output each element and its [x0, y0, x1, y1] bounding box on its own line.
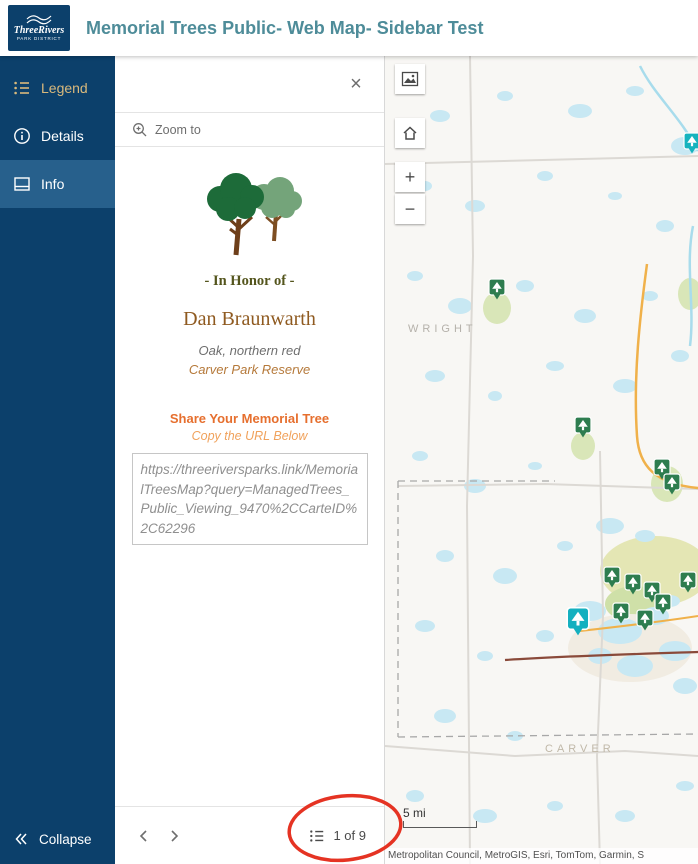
sidebar-item-legend[interactable]: Legend — [0, 64, 115, 112]
basemap-image-icon — [401, 71, 419, 87]
zoom-out-button[interactable]: − — [395, 194, 425, 224]
panel-footer: 1 of 9 — [115, 806, 384, 864]
collapse-button[interactable]: Collapse — [0, 814, 115, 864]
feature-pager[interactable]: 1 of 9 — [309, 828, 366, 844]
main-layout: Legend Details Info Collapse × Zoom to -… — [0, 56, 698, 864]
feature-list-icon — [310, 829, 324, 842]
chevron-right-icon — [171, 829, 179, 842]
tree-detail-card: - In Honor of - Dan Braunwarth Oak, nort… — [115, 147, 384, 806]
zoom-in-button[interactable]: + — [395, 162, 425, 192]
chevron-left-icon — [139, 829, 147, 842]
home-button[interactable] — [395, 118, 425, 148]
honoree-name: Dan Braunwarth — [183, 308, 316, 330]
map-controls: + − — [395, 64, 425, 224]
panel-icon — [14, 177, 30, 191]
three-rivers-logo: ThreeRivers PARK DISTRICT — [8, 5, 70, 51]
sidebar-item-details[interactable]: Details — [0, 112, 115, 160]
sidebar-item-label: Info — [41, 176, 65, 192]
scale-label: 5 mi — [403, 806, 426, 820]
in-honor-of-label: - In Honor of - — [204, 273, 295, 289]
app-header: ThreeRivers PARK DISTRICT Memorial Trees… — [0, 0, 698, 56]
close-panel-button[interactable]: × — [344, 72, 368, 96]
county-label-carver: CARVER — [545, 743, 615, 755]
memorial-trees-illustration — [207, 173, 302, 256]
previous-feature-button[interactable] — [129, 821, 159, 851]
scale-ruler — [403, 821, 477, 828]
logo-text: ThreeRivers — [13, 24, 65, 36]
pager-label: 1 of 9 — [333, 828, 366, 843]
scale-bar: 5 mi — [403, 806, 477, 828]
legend-list-icon — [14, 81, 29, 95]
home-icon — [403, 126, 417, 140]
share-title: Share Your Memorial Tree — [169, 411, 330, 426]
next-feature-button[interactable] — [159, 821, 189, 851]
info-circle-icon — [14, 128, 30, 144]
map-container: WRIGHT CARVER + − 5 mi Metropolitan Coun… — [385, 56, 698, 864]
info-panel: × Zoom to - In Honor of - Dan Braunwarth — [115, 56, 385, 864]
tree-location: Carver Park Reserve — [188, 362, 311, 377]
zoom-to-button[interactable]: Zoom to — [115, 113, 384, 147]
magnifier-plus-icon — [133, 122, 147, 136]
map-canvas[interactable]: WRIGHT CARVER — [385, 56, 698, 864]
map-attribution: Metropolitan Council, MetroGIS, Esri, To… — [385, 848, 698, 864]
basemap-gallery-button[interactable] — [395, 64, 425, 94]
sidebar-item-label: Legend — [41, 80, 88, 96]
sidebar-item-label: Details — [41, 128, 84, 144]
panel-header: × — [115, 56, 384, 113]
share-subtitle: Copy the URL Below — [191, 429, 308, 443]
tree-species: Oak, northern red — [198, 343, 301, 358]
logo-waves-icon — [26, 15, 52, 25]
collapse-label: Collapse — [39, 831, 92, 847]
sidebar-item-info[interactable]: Info — [0, 160, 115, 208]
county-label-wright: WRIGHT — [408, 323, 477, 335]
sidebar: Legend Details Info Collapse — [0, 56, 115, 864]
logo-subtext: PARK DISTRICT — [16, 36, 62, 42]
page-title: Memorial Trees Public- Web Map- Sidebar … — [86, 17, 484, 38]
share-url-box[interactable]: https://threeriversparks.link/MemorialTr… — [131, 453, 368, 546]
double-chevron-left-icon — [15, 833, 27, 845]
zoom-to-label: Zoom to — [155, 122, 201, 137]
